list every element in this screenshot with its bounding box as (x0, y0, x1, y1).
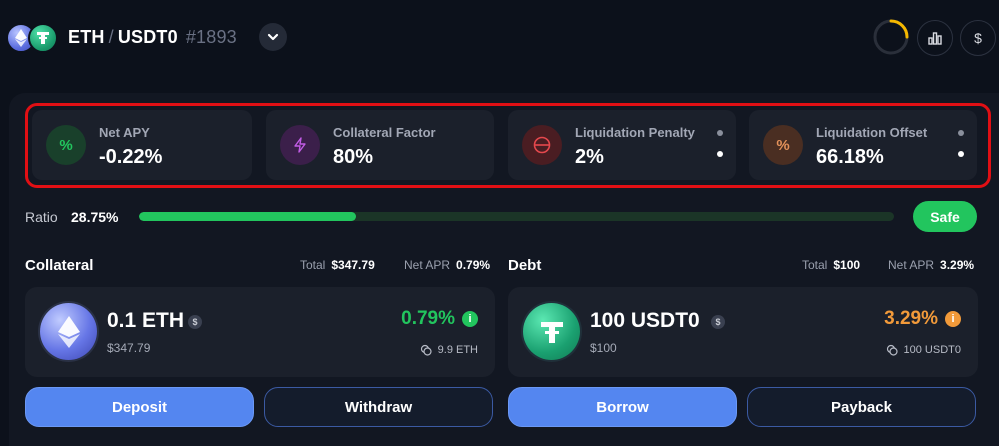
collateral-usd-value: $347.79 (107, 341, 151, 355)
stat-net-apy: % Net APY -0.22% (32, 110, 252, 180)
coins-icon (420, 344, 432, 356)
coins-icon (886, 344, 898, 356)
debt-usd-value: $100 (590, 341, 617, 355)
stat-label: Liquidation Offset (816, 125, 928, 140)
position-dropdown-button[interactable] (259, 23, 287, 51)
usdt-coin-icon (523, 303, 580, 360)
percent-icon: % (763, 125, 803, 165)
collateral-max-amount: 9.9 ETH (420, 344, 478, 356)
debt-total-value: $100 (833, 258, 861, 272)
carousel-dot-active[interactable] (717, 151, 723, 157)
chart-button[interactable] (917, 20, 953, 56)
collateral-card: 0.1 ETH $ $347.79 0.79% i 9.9 ETH (25, 287, 495, 377)
collateral-title: Collateral (25, 257, 94, 274)
stat-value: 80% (333, 146, 374, 168)
collateral-apr: Net APR 0.79% (404, 258, 490, 272)
collateral-sub-amount: 9.9 ETH (437, 344, 478, 356)
position-id: #1893 (185, 27, 237, 47)
base-asset: ETH (68, 27, 105, 47)
stat-value: -0.22% (99, 146, 163, 168)
pair-icons (6, 23, 58, 53)
borrow-button[interactable]: Borrow (508, 387, 737, 427)
ratio-progress-fill (139, 212, 357, 221)
info-icon[interactable]: i (462, 311, 478, 327)
stat-value: 66.18% (816, 146, 884, 168)
carousel-dot-active[interactable] (958, 151, 964, 157)
withdraw-button[interactable]: Withdraw (264, 387, 493, 427)
pair-title: ETH / USDT0 #1893 (68, 27, 237, 48)
debt-apr-value: 3.29% (940, 258, 975, 272)
quote-asset: USDT0 (117, 27, 178, 47)
collateral-apr-label: Net APR (404, 258, 451, 272)
percent-icon: % (46, 125, 86, 165)
header: ETH / USDT0 #1893 $ (0, 0, 999, 76)
ratio-progress-bar (139, 212, 894, 221)
stat-collateral-factor: Collateral Factor 80% (266, 110, 494, 180)
bar-chart-icon (928, 32, 942, 45)
collateral-total: Total $347.79 (300, 258, 375, 272)
debt-total: Total $100 (802, 258, 860, 272)
debt-max-amount: 100 USDT0 (886, 344, 961, 356)
debt-sub-amount: 100 USDT0 (903, 344, 961, 356)
ratio-label: Ratio (25, 209, 58, 225)
collateral-total-label: Total (300, 258, 326, 272)
stat-liquidation-offset: % Liquidation Offset 66.18% (749, 110, 977, 180)
payback-button[interactable]: Payback (747, 387, 976, 427)
debt-total-label: Total (802, 258, 828, 272)
eth-coin-icon (40, 303, 97, 360)
debt-apr-label: Net APR (888, 258, 935, 272)
carousel-dot[interactable] (717, 130, 723, 136)
carousel-dot[interactable] (958, 130, 964, 136)
carousel-dots[interactable] (958, 130, 964, 160)
stat-liquidation-penalty: Liquidation Penalty 2% (508, 110, 736, 180)
collateral-apr-value: 0.79% (456, 258, 491, 272)
dollar-icon: $ (711, 315, 725, 329)
debt-apr: Net APR 3.29% (888, 258, 974, 272)
info-icon[interactable]: i (945, 311, 961, 327)
debt-title: Debt (508, 257, 542, 274)
deposit-button[interactable]: Deposit (25, 387, 254, 427)
debt-card: 100 USDT0 $ $100 3.29% i 100 USDT0 (508, 287, 978, 377)
usdt-coin-icon (28, 23, 58, 53)
stat-label: Net APY (99, 125, 150, 140)
collateral-rate: 0.79% (401, 308, 455, 329)
pair-separator: / (108, 27, 114, 47)
debt-amount: 100 USDT0 (590, 309, 700, 332)
stat-label: Collateral Factor (333, 125, 436, 140)
currency-button[interactable]: $ (960, 20, 996, 56)
ratio-value: 28.75% (71, 209, 119, 225)
carousel-dots[interactable] (717, 130, 723, 160)
minus-circle-icon (522, 125, 562, 165)
status-badge: Safe (913, 201, 977, 232)
loading-spinner-icon (873, 19, 909, 55)
dollar-icon: $ (188, 315, 202, 329)
dollar-icon: $ (974, 30, 982, 46)
debt-rate: 3.29% (884, 308, 938, 329)
lightning-icon (280, 125, 320, 165)
collateral-amount: 0.1 ETH (107, 309, 185, 332)
collateral-total-value: $347.79 (331, 258, 375, 272)
chevron-down-icon (267, 33, 279, 41)
stat-label: Liquidation Penalty (575, 125, 695, 140)
stat-value: 2% (575, 146, 604, 168)
